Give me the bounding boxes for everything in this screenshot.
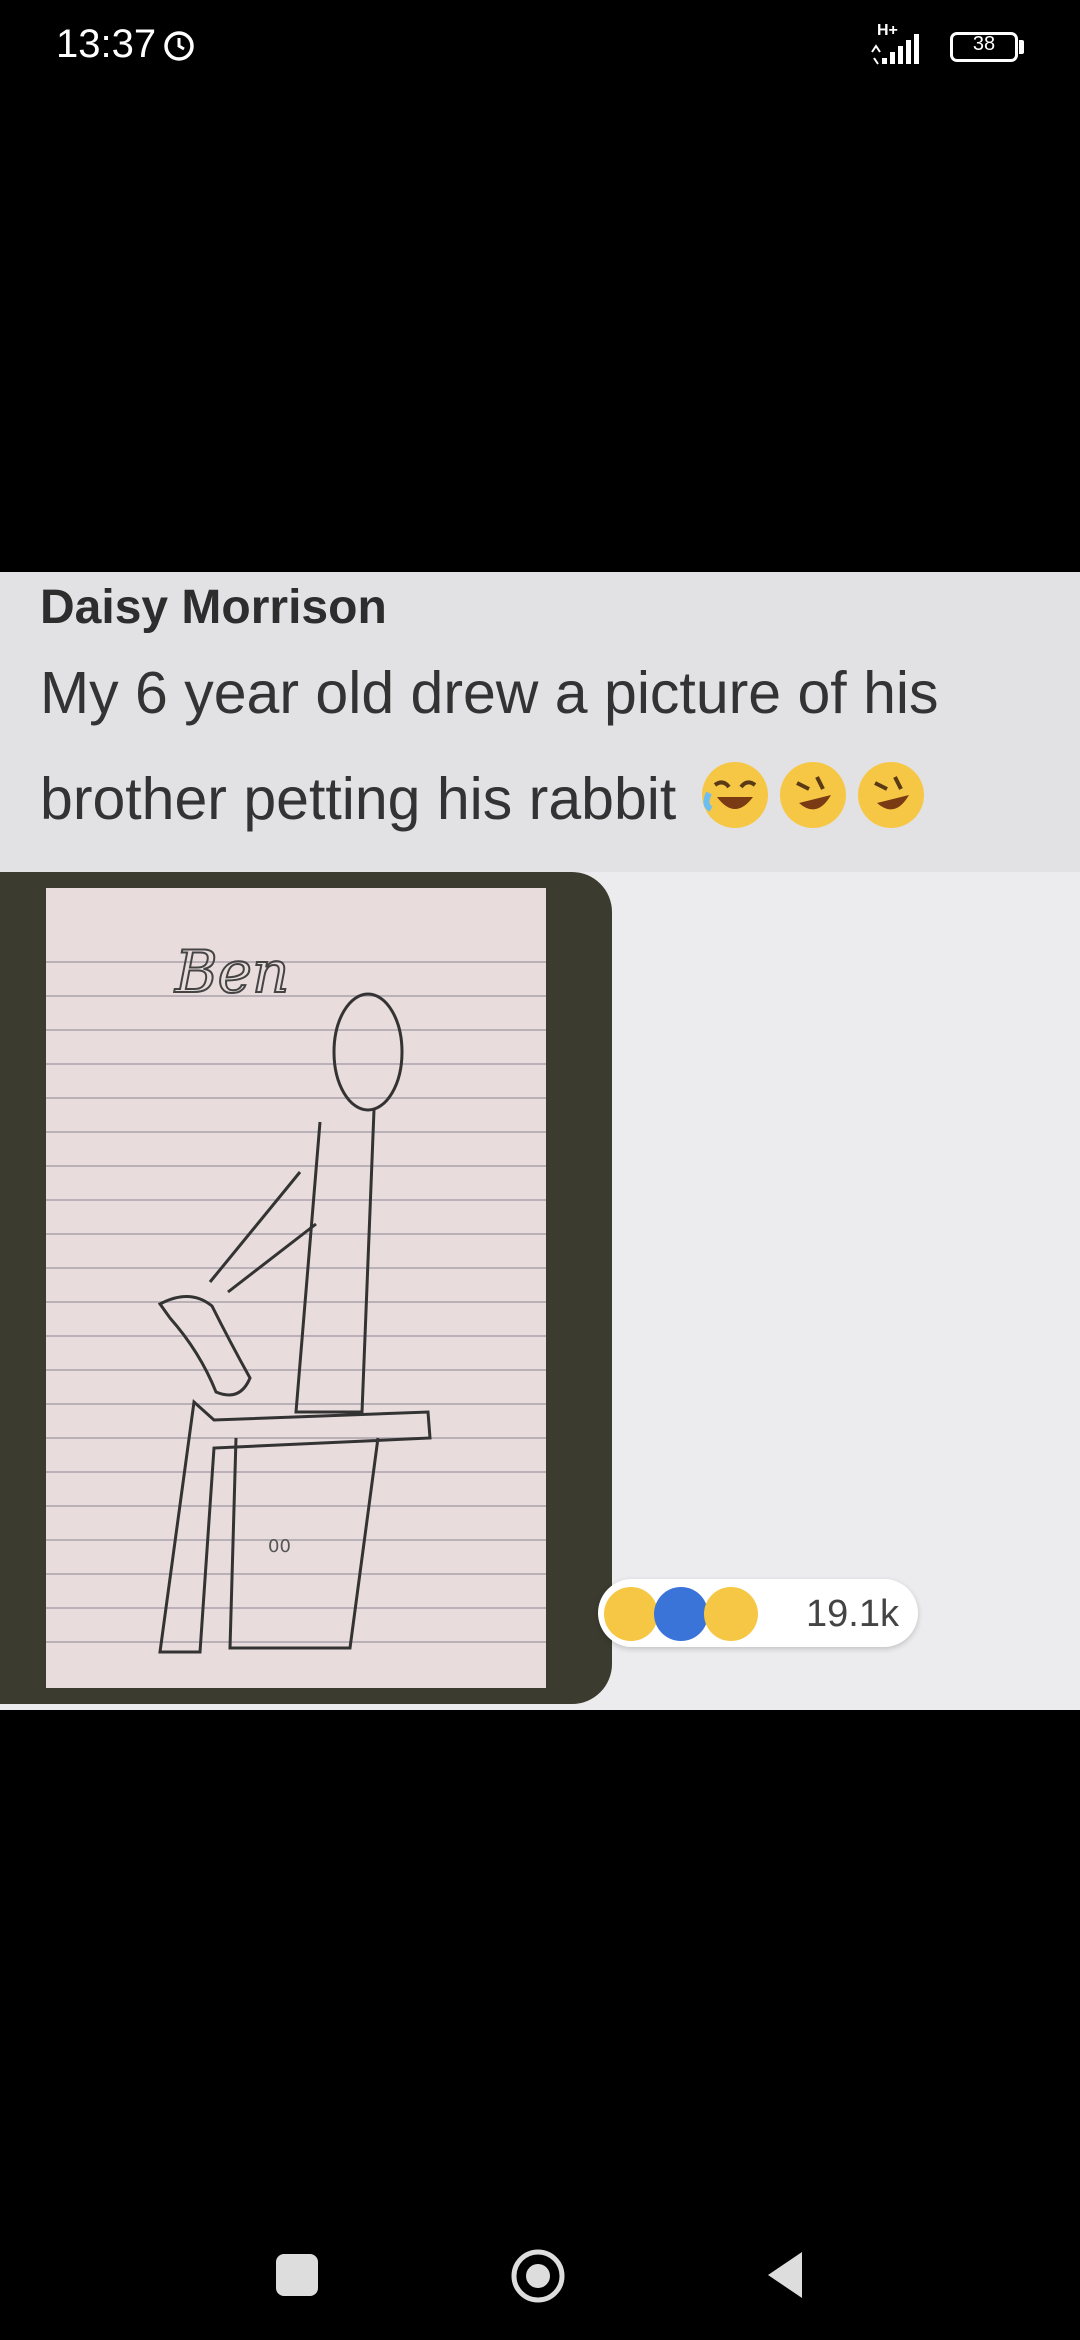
post-header: Daisy Morrison My 6 year old drew a pict…	[0, 572, 1080, 872]
post-caption: My 6 year old drew a picture of his brot…	[40, 640, 1080, 852]
post-author: Daisy Morrison	[40, 581, 387, 634]
battery-level: 38	[972, 33, 996, 55]
drawing-label: Ben	[174, 938, 289, 1006]
recent-apps-icon[interactable]	[276, 2254, 318, 2296]
drawing-svg: Ben 00	[46, 888, 546, 1688]
haha-reaction-icon	[604, 1587, 658, 1641]
drawing-photo: Ben 00	[0, 872, 612, 1704]
wow-reaction-icon	[704, 1587, 758, 1641]
back-icon[interactable]	[762, 2248, 806, 2302]
signal-icon	[871, 34, 919, 65]
rolling-laughing-emoji-icon	[779, 762, 846, 828]
battery-icon: 38	[950, 32, 1018, 62]
notebook-paper	[46, 888, 546, 1688]
like-reaction-icon	[654, 1587, 708, 1641]
alarm-icon	[164, 31, 194, 61]
reaction-count: 19.1k	[806, 1593, 899, 1635]
post-image[interactable]: Daisy Morrison My 6 year old drew a pict…	[0, 572, 1080, 1710]
laughing-emoji-icon	[701, 762, 768, 828]
reaction-bar[interactable]: 19.1k	[598, 1579, 918, 1647]
rolling-laughing-emoji-icon	[857, 762, 924, 828]
home-icon[interactable]	[510, 2248, 566, 2304]
status-bar: 13:37 H+ 38	[0, 0, 1080, 100]
status-time: 13:37	[56, 22, 157, 66]
battery-tip	[1019, 40, 1024, 54]
svg-text:00: 00	[268, 1536, 291, 1557]
